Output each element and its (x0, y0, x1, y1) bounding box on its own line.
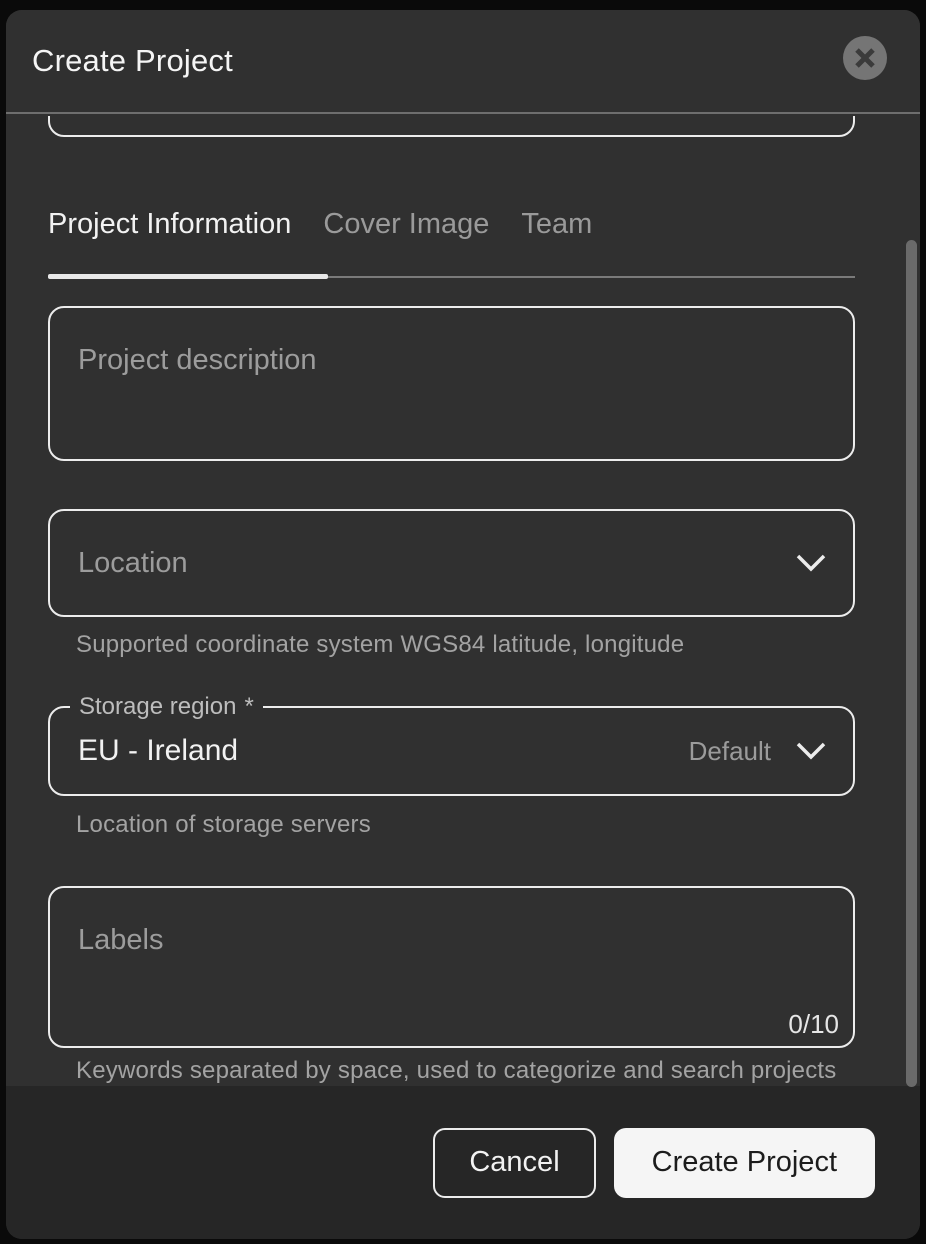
location-placeholder: Location (78, 547, 188, 580)
project-description-placeholder: Project description (78, 344, 317, 377)
tab-bar: Project Information Cover Image Team (48, 208, 592, 241)
vertical-scrollbar-thumb[interactable] (906, 240, 917, 1087)
required-asterisk: * (244, 693, 253, 720)
dialog-title: Create Project (32, 43, 233, 79)
dialog-header: Create Project (6, 10, 920, 114)
active-tab-indicator (48, 274, 328, 279)
dialog-scroll-area: Project Information Cover Image Team Pro… (6, 116, 920, 1086)
labels-placeholder: Labels (78, 924, 163, 957)
cancel-button[interactable]: Cancel (433, 1128, 595, 1198)
storage-region-select[interactable]: Storage region* EU - Ireland Default (48, 706, 855, 796)
tab-cover-image[interactable]: Cover Image (323, 208, 489, 241)
screen: Create Project Project Information Cover… (0, 0, 926, 1244)
storage-region-default-badge: Default (689, 736, 771, 767)
close-icon (853, 46, 877, 70)
chevron-down-icon (795, 741, 827, 761)
storage-region-helper-text: Location of storage servers (76, 811, 371, 839)
project-name-field-partial[interactable] (48, 116, 855, 137)
create-project-dialog: Create Project Project Information Cover… (6, 10, 920, 1239)
storage-region-value: EU - Ireland (78, 734, 238, 768)
storage-region-label: Storage region* (70, 693, 263, 721)
project-description-input[interactable]: Project description (48, 306, 855, 461)
location-select[interactable]: Location (48, 509, 855, 617)
dialog-footer: Cancel Create Project (6, 1086, 920, 1239)
close-button[interactable] (843, 36, 887, 80)
labels-helper-text: Keywords separated by space, used to cat… (76, 1057, 837, 1085)
chevron-down-icon (795, 553, 827, 573)
labels-char-counter: 0/10 (788, 1009, 839, 1040)
create-project-button[interactable]: Create Project (614, 1128, 875, 1198)
location-helper-text: Supported coordinate system WGS84 latitu… (76, 631, 684, 659)
tab-team[interactable]: Team (521, 208, 592, 241)
tab-project-information[interactable]: Project Information (48, 208, 291, 241)
labels-input[interactable]: Labels 0/10 (48, 886, 855, 1048)
